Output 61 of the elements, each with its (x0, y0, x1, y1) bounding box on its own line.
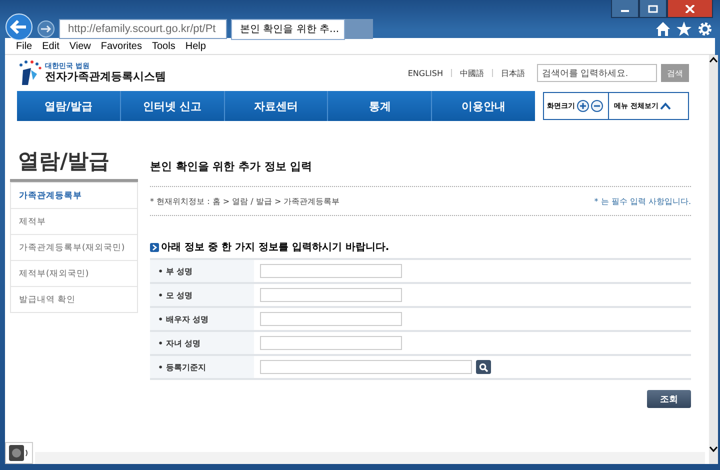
language-link[interactable]: 中國語 (460, 68, 484, 78)
required-note: * 는 필수 입력 사항입니다. (594, 196, 691, 206)
input-field[interactable] (260, 336, 402, 350)
search-button[interactable] (476, 360, 491, 374)
field-label: • 모 성명 (150, 284, 254, 306)
settings-icon[interactable] (697, 21, 713, 37)
sidebar-item[interactable]: 발급내역 확인 (11, 286, 137, 312)
maximize-icon (648, 4, 658, 12)
nav-tab[interactable]: 자료센터 (224, 91, 328, 121)
search-field[interactable]: 검색어를 입력하세요. (537, 64, 657, 82)
nav-tab[interactable]: 이용안내 (432, 91, 535, 121)
page-title: 본인 확인을 위한 추가 정보 입력 (150, 159, 691, 187)
minimize-button[interactable] (611, 0, 639, 18)
field-label: • 배우자 성명 (150, 308, 254, 330)
language-link[interactable]: 日本語 (501, 68, 525, 78)
back-button[interactable] (5, 13, 33, 41)
logo-title: 전자가족관계등록시스템 (45, 70, 166, 83)
sidebar-item[interactable]: 가족관계등록부 (11, 182, 137, 208)
sidebar-item[interactable]: 제적부 (11, 208, 137, 234)
menu-item[interactable]: Favorites (96, 40, 147, 52)
scroll-down-icon[interactable] (709, 446, 718, 452)
language-link[interactable]: ENGLISH (408, 68, 443, 78)
input-field[interactable] (260, 312, 402, 326)
nav-tab[interactable]: 인터넷 신고 (120, 91, 225, 121)
sidebar-item[interactable]: 가족관계등록부(재외국민) (11, 234, 137, 260)
close-button[interactable] (667, 0, 713, 18)
star-icon[interactable] (676, 21, 692, 37)
maximize-button[interactable] (639, 0, 667, 18)
field-label: • 부 성명 (150, 260, 254, 282)
input-field[interactable] (260, 264, 402, 278)
form-heading: 아래 정보 중 한 가지 정보를 입력하시기 바랍니다. (161, 241, 390, 254)
menu-item[interactable]: View (64, 40, 96, 52)
address-bar[interactable]: http://efamily.scourt.go.kr/pt/Pt (59, 19, 227, 39)
menu-item[interactable]: Tools (146, 40, 180, 52)
browser-tab[interactable]: 본인 확인을 위한 추... (231, 18, 345, 40)
zoom-in-icon[interactable] (577, 100, 589, 112)
nav-tab[interactable]: 열람/발급 (17, 91, 121, 121)
input-field[interactable] (260, 288, 402, 302)
chevron-up-icon[interactable] (660, 102, 672, 110)
breadcrumb: * 현재위치정보 : 홈 > 열람 / 발급 > 가족관계등록부 (150, 196, 340, 206)
menu-item[interactable]: File (11, 40, 38, 52)
forward-button[interactable] (37, 20, 55, 38)
sidebar-title: 열람/발급 (10, 147, 138, 182)
field-label: • 등록기준지 (150, 356, 254, 378)
home-icon[interactable] (655, 21, 671, 37)
zoom-out-icon[interactable] (591, 100, 603, 112)
sidebar-item[interactable]: 제적부(재외국민) (11, 260, 137, 286)
scroll-up-icon[interactable] (709, 57, 718, 63)
input-field[interactable] (260, 360, 472, 374)
nav-tab[interactable]: 통계 (328, 91, 432, 121)
close-icon (685, 4, 695, 12)
speaker-icon (9, 445, 29, 461)
submit-button[interactable]: 조회 (647, 390, 691, 408)
field-label: • 자녀 성명 (150, 332, 254, 354)
menu-item[interactable]: Help (180, 40, 211, 52)
speaker-button[interactable] (5, 442, 33, 464)
menu-item[interactable]: Edit (37, 40, 64, 52)
search-icon (479, 362, 488, 372)
bullet-icon (150, 242, 159, 252)
logo-icon (17, 60, 43, 86)
horizontal-scrollbar[interactable] (35, 452, 705, 464)
